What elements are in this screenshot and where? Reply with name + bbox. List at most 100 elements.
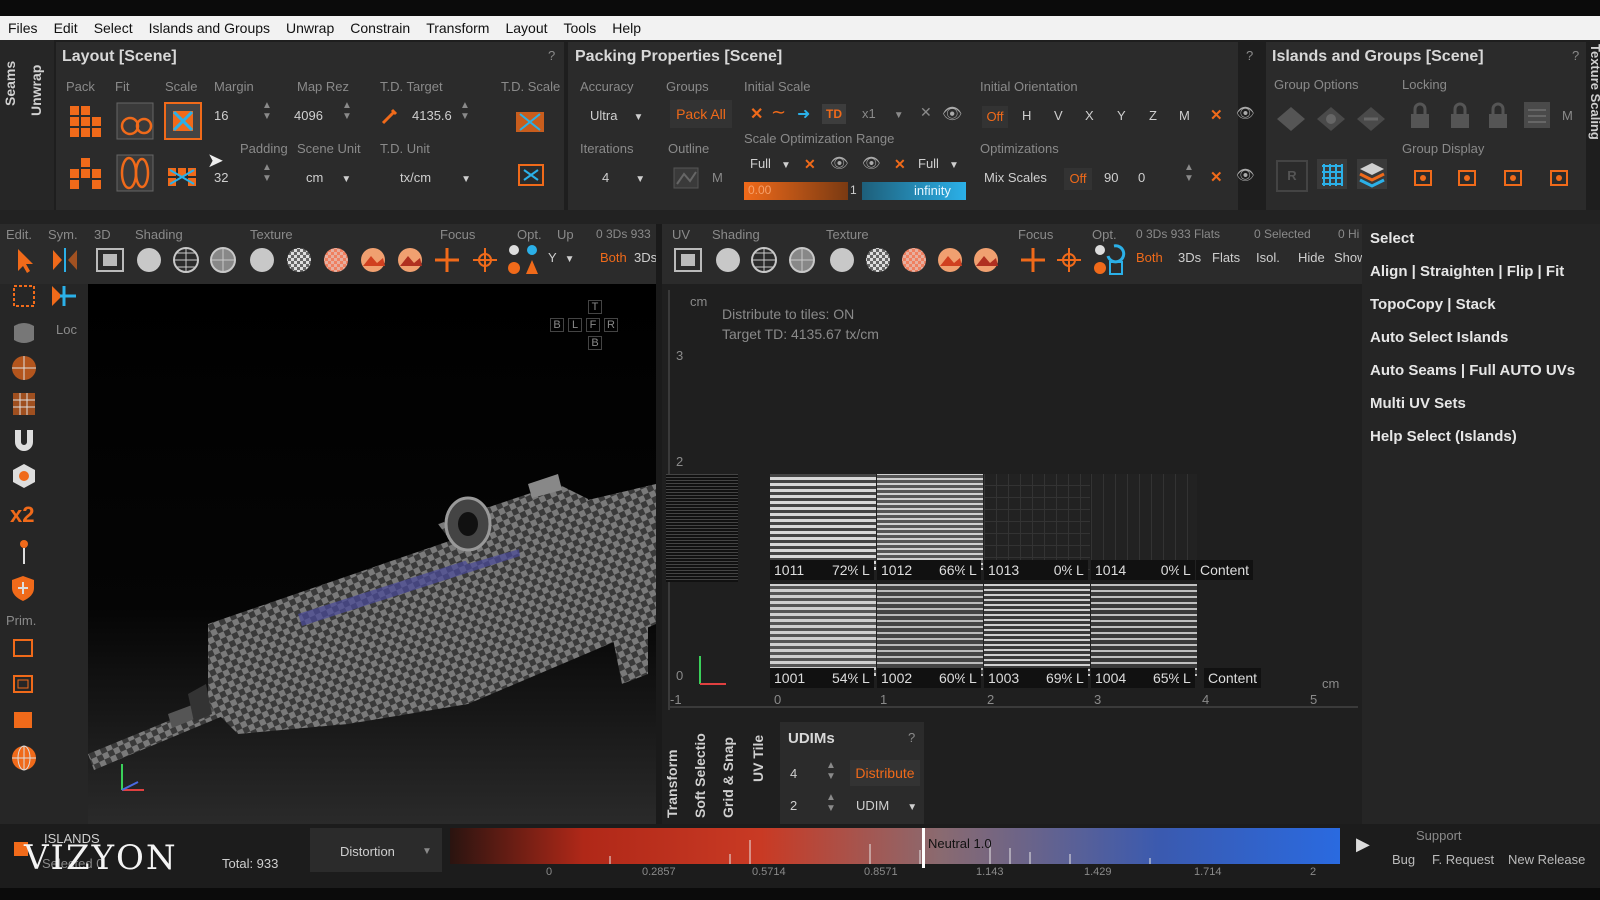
uv-texture-color-icon[interactable] (900, 246, 928, 277)
gizmo-back[interactable]: B (550, 318, 564, 332)
tab-grid-snap[interactable]: Grid & Snap (720, 722, 736, 818)
uv-frame-icon[interactable] (672, 246, 704, 277)
scale-wave-icon[interactable]: ∼ (771, 102, 786, 123)
td-scale-icon[interactable] (514, 108, 546, 139)
udim-tile-1001[interactable] (770, 584, 876, 676)
lock-3-icon[interactable] (1486, 102, 1510, 133)
shield-icon[interactable] (10, 574, 36, 605)
udims-count-stepper[interactable]: ▲ ▼ (826, 760, 836, 782)
udim-mode-dropdown[interactable]: UDIM ▼ (856, 798, 917, 813)
uv-texture-none-icon[interactable] (828, 246, 856, 277)
scale-x-icon[interactable]: ✕ (750, 104, 763, 124)
rotation-stepper[interactable]: ▲ ▼ (1184, 162, 1194, 184)
layout-help-button[interactable]: ? (548, 48, 555, 63)
prim-sphere-icon[interactable] (10, 744, 38, 775)
scene-unit-dropdown[interactable]: cm ▼ (306, 170, 351, 185)
tab-seams[interactable]: Seams (2, 46, 18, 106)
texture-image-icon[interactable] (359, 246, 387, 277)
fit-icon[interactable] (116, 102, 154, 143)
pack-grid-icon[interactable] (68, 156, 102, 193)
udim-lock-1011[interactable]: L (858, 560, 874, 580)
play-icon[interactable]: ▶ (1356, 834, 1370, 855)
display-4-icon[interactable] (1548, 166, 1570, 191)
menu-layout[interactable]: Layout (505, 20, 547, 36)
udim-tile-1002[interactable] (877, 584, 983, 676)
viewport-3d[interactable] (88, 284, 656, 824)
pack-all-button[interactable]: Pack All (670, 100, 732, 128)
group-option-1-icon[interactable] (1274, 104, 1308, 137)
gizmo-right[interactable]: R (604, 318, 618, 332)
td-target-stepper[interactable]: ▲ ▼ (460, 100, 470, 122)
rotation-step-input[interactable]: 90 (1104, 170, 1118, 185)
prim-plane-icon[interactable] (10, 636, 36, 663)
iterations-dropdown[interactable]: 4 ▼ (602, 170, 645, 185)
map-rez-input[interactable]: 4096 (294, 108, 323, 123)
optimization-x-icon[interactable]: ✕ (1210, 168, 1223, 186)
ring-icon[interactable] (10, 462, 38, 493)
scale-arrow-icon[interactable]: ➜ (797, 104, 810, 124)
tab-unwrap[interactable]: Unwrap (28, 46, 44, 116)
bug-link[interactable]: Bug (1392, 852, 1415, 867)
range-eye-icon[interactable]: 👁 (830, 154, 849, 172)
range-min-x-icon[interactable]: ✕ (804, 156, 816, 173)
symmetry-icon[interactable] (50, 246, 80, 277)
orientation-y-button[interactable]: Y (1117, 108, 1126, 123)
group-grid-icon[interactable] (1316, 158, 1348, 193)
view-gizmo[interactable]: T B L F R B (550, 300, 648, 360)
up-axis-dropdown[interactable]: Y ▼ (548, 250, 575, 265)
udim-tile-1014[interactable] (1091, 474, 1197, 570)
gizmo-top[interactable]: T (588, 300, 602, 314)
uv-both-button[interactable]: Both (1136, 250, 1163, 265)
menu-unwrap[interactable]: Unwrap (286, 20, 334, 36)
menu-align-straighten[interactable]: Align | Straighten | Flip | Fit (1370, 263, 1564, 280)
udims-count-input[interactable]: 4 (790, 766, 797, 781)
udim-tile-1004[interactable] (1091, 584, 1197, 676)
scale-icon[interactable] (164, 102, 202, 143)
lock-2-icon[interactable] (1448, 102, 1472, 133)
both-button[interactable]: Both (600, 250, 627, 265)
shading-wire-solid-icon[interactable] (209, 246, 237, 277)
orientation-h-button[interactable]: H (1022, 108, 1031, 123)
menu-auto-seams[interactable]: Auto Seams | Full AUTO UVs (1370, 362, 1575, 379)
udim-lock-1014[interactable]: L (1179, 560, 1195, 580)
lock-icon[interactable] (1408, 102, 1432, 133)
pipette-icon[interactable] (380, 106, 400, 129)
padding-stepper[interactable]: ▲ ▼ (262, 162, 272, 184)
focus-icon[interactable] (432, 246, 462, 277)
3ds-button[interactable]: 3Ds (634, 250, 657, 265)
optimization-eye-icon[interactable]: 👁 (1236, 166, 1255, 184)
fit-oval-icon[interactable] (116, 154, 154, 195)
menu-transform[interactable]: Transform (426, 20, 489, 36)
uv-3ds-button[interactable]: 3Ds (1178, 250, 1201, 265)
mix-scales-off-button[interactable]: Off (1064, 168, 1092, 190)
opt-icon[interactable] (504, 242, 544, 281)
lock-stack-icon[interactable] (1522, 100, 1552, 133)
uv-texture-image-2-icon[interactable] (972, 246, 1000, 277)
eye-icon[interactable]: 👁 (942, 104, 962, 124)
udim-lock-1001[interactable]: L (858, 668, 874, 688)
uv-focus-all-icon[interactable] (1054, 246, 1084, 277)
shading-wire-icon[interactable] (172, 246, 200, 277)
udim-tile-1012[interactable] (877, 474, 983, 570)
menu-multi-uv-sets[interactable]: Multi UV Sets (1370, 395, 1466, 412)
td-unit-scale-icon[interactable] (516, 160, 546, 193)
menu-files[interactable]: Files (8, 20, 38, 36)
x2-button[interactable]: x2 (10, 502, 34, 528)
display-1-icon[interactable] (1412, 166, 1434, 191)
texture-color-checker-icon[interactable] (322, 246, 350, 277)
menu-help-select[interactable]: Help Select (Islands) (1370, 428, 1517, 445)
tab-transform[interactable]: Transform (664, 722, 680, 818)
uv-stray-island[interactable] (666, 474, 738, 582)
islands-help-button[interactable]: ? (1572, 48, 1579, 63)
menu-tools[interactable]: Tools (564, 20, 597, 36)
menu-edit[interactable]: Edit (54, 20, 78, 36)
display-3-icon[interactable] (1502, 166, 1524, 191)
udim-lock-1013[interactable]: L (1072, 560, 1088, 580)
udim-tile-1011[interactable] (770, 474, 876, 570)
menu-select[interactable]: Select (94, 20, 133, 36)
rect-select-icon[interactable] (10, 282, 38, 313)
margin-stepper[interactable]: ▲ ▼ (262, 100, 272, 122)
udim-lock-1002[interactable]: L (965, 668, 981, 688)
udim-content-top[interactable]: Content (1196, 560, 1254, 580)
texture-image-2-icon[interactable] (396, 246, 424, 277)
